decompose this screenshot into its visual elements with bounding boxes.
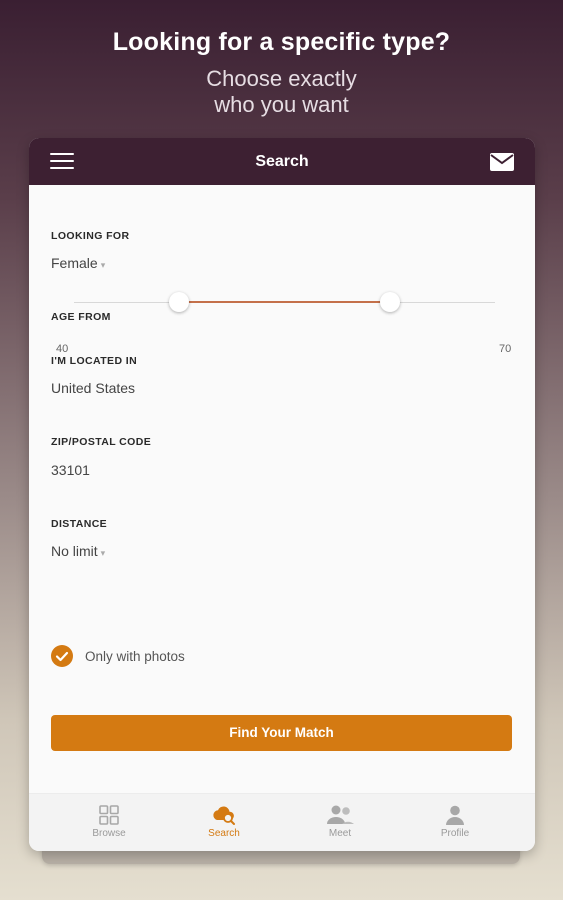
promo-subtitle: Choose exactly who you want [0, 66, 563, 118]
age-label: AGE FROM [51, 311, 111, 323]
age-max-value: 70 [499, 343, 512, 355]
tab-meet[interactable]: Meet [300, 804, 380, 839]
zip-label: ZIP/POSTAL CODE [51, 436, 152, 448]
distance-label: DISTANCE [51, 518, 108, 530]
bottom-tab-bar: Browse Search Meet Profile [29, 793, 535, 851]
age-slider-min-handle[interactable] [169, 292, 190, 312]
location-field[interactable]: United States [51, 380, 135, 396]
promo-title: Looking for a specific type? [112, 28, 451, 56]
caret-down-icon: ▾ [100, 548, 106, 558]
check-icon [55, 651, 69, 662]
looking-for-select[interactable]: Female ▾ [51, 255, 105, 271]
distance-select[interactable]: No limit ▾ [51, 543, 105, 559]
distance-value: No limit [51, 543, 98, 559]
zip-field[interactable]: 33101 [51, 462, 90, 478]
tab-profile[interactable]: Profile [415, 804, 495, 839]
age-slider-range [179, 301, 390, 303]
tab-browse[interactable]: Browse [69, 804, 149, 839]
person-icon [415, 804, 495, 826]
caret-down-icon: ▾ [100, 260, 106, 270]
promo-subtitle-line1: Choose exactly [206, 66, 357, 91]
find-match-button[interactable]: Find Your Match [51, 715, 512, 751]
phone-screen: Search LOOKING FOR Female ▾ AGE FROM 40 7… [29, 138, 535, 851]
search-cloud-icon [184, 804, 264, 826]
promo-subtitle-line2: who you want [214, 92, 349, 117]
tab-search[interactable]: Search [184, 804, 264, 839]
location-label: I'M LOCATED IN [51, 355, 138, 367]
age-slider-max-handle[interactable] [379, 292, 400, 312]
grid-icon [69, 804, 149, 826]
photos-checkbox-label[interactable]: Only with photos [85, 649, 185, 664]
people-icon [300, 804, 380, 826]
mail-icon[interactable] [490, 153, 514, 171]
tab-meet-label: Meet [328, 828, 352, 839]
tab-search-label: Search [208, 828, 240, 839]
photos-checkbox[interactable] [51, 645, 73, 667]
looking-for-value: Female [51, 255, 98, 271]
screen-title: Search [255, 153, 309, 170]
age-min-value: 40 [56, 343, 69, 355]
tab-browse-label: Browse [92, 828, 126, 839]
top-bar: Search [29, 138, 535, 185]
looking-for-label: LOOKING FOR [51, 230, 130, 242]
tab-profile-label: Profile [440, 828, 470, 839]
